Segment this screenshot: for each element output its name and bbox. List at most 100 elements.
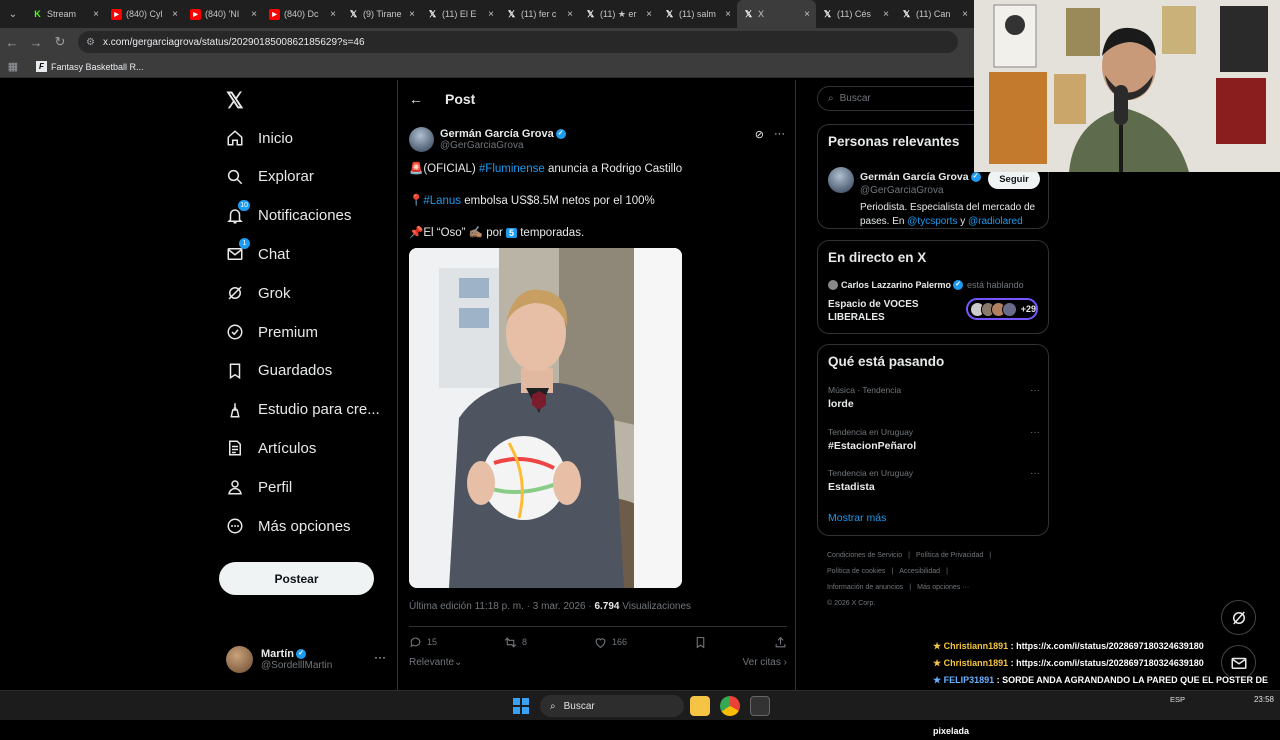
more-dots-icon[interactable]: ··· (774, 128, 785, 141)
tab-search-button[interactable]: ⌄ (0, 0, 26, 28)
chrome-icon[interactable] (720, 696, 740, 716)
browser-tab[interactable]: 𝕏 (11) Can × (895, 0, 974, 28)
bookmark-button[interactable] (694, 636, 707, 649)
more-dots-icon[interactable]: ··· (1030, 468, 1040, 479)
tweet-image[interactable] (409, 248, 682, 588)
author-handle[interactable]: @GerGarciaGrova (440, 140, 566, 151)
show-more-link[interactable]: Mostrar más (828, 512, 886, 524)
nav-item-guardados[interactable]: Guardados (226, 356, 332, 386)
repost-button[interactable]: 8 (504, 636, 527, 649)
post-button[interactable]: Postear (219, 562, 374, 595)
nav-item-inicio[interactable]: Inicio (226, 123, 293, 153)
person-name[interactable]: Germán García Grova (860, 171, 969, 183)
browser-tab[interactable]: ▶ (840) 'NI × (184, 0, 263, 28)
space-participants[interactable]: +29 (966, 298, 1038, 320)
x-icon: 𝕏 (823, 8, 832, 19)
clock[interactable]: 23:58 (1254, 694, 1274, 705)
bookmark-fantasy-basketball[interactable]: F Fantasy Basketball R... (36, 61, 144, 72)
edit-time[interactable]: Última edición 11:18 p. m. · 3 mar. 2026… (409, 601, 594, 612)
nav-item-perfil[interactable]: Perfil (226, 472, 292, 502)
x-logo-icon[interactable]: 𝕏 (226, 88, 244, 114)
grok-icon[interactable]: ⊘ (755, 128, 764, 141)
trend-item[interactable]: Tendencia en Uruguay Estadista ··· (828, 468, 1040, 493)
footer-link[interactable]: Política de Privacidad (916, 552, 983, 559)
browser-tab[interactable]: 𝕏 (11) fer c × (500, 0, 579, 28)
hashtag-link[interactable]: #Lanus (423, 195, 461, 207)
view-quotes-link[interactable]: Ver citas › (743, 657, 787, 668)
browser-tab[interactable]: 𝕏 (11) salm × (658, 0, 737, 28)
site-info-icon[interactable]: ⚙ (86, 37, 95, 48)
sort-relevant-dropdown[interactable]: Relevante⌄ (409, 657, 462, 668)
taskbar-search[interactable]: ⌕ Buscar (540, 695, 684, 717)
footer-link[interactable]: Información de anuncios (827, 584, 903, 591)
close-icon[interactable]: × (804, 9, 810, 20)
mention-link[interactable]: @tycsports (907, 216, 957, 227)
nav-item-explorar[interactable]: Explorar (226, 162, 314, 192)
browser-tab[interactable]: 𝕏 (11) Cés × (816, 0, 895, 28)
author-name[interactable]: Germán García Grova (440, 128, 554, 140)
browser-tab[interactable]: 𝕏 X × (737, 0, 816, 28)
close-icon[interactable]: × (172, 9, 178, 20)
nav-item-chat[interactable]: 1 Chat (226, 238, 290, 269)
footer-link[interactable]: Más opciones ··· (917, 584, 969, 591)
tweet-text-line-2: 📍#Lanus embolsa US$8.5M netos por el 100… (409, 193, 655, 207)
language-indicator[interactable]: ESP (1170, 694, 1185, 705)
browser-tab[interactable]: 𝕏 (9) Tirane × (342, 0, 421, 28)
browser-tab[interactable]: ▶ (840) Cyl × (105, 0, 184, 28)
reply-button[interactable]: 15 (409, 636, 437, 649)
close-icon[interactable]: × (488, 9, 494, 20)
close-icon[interactable]: × (883, 9, 889, 20)
close-icon[interactable]: × (725, 9, 731, 20)
trend-item[interactable]: Tendencia en Uruguay #EstacionPeñarol ··· (828, 427, 1040, 452)
footer-link[interactable]: © 2026 X Corp. (827, 600, 875, 607)
nav-item-más-opciones[interactable]: Más opciones (226, 511, 351, 541)
share-button[interactable] (774, 636, 787, 649)
live-on-x-card[interactable]: En directo en X Carlos Lazzarino Palermo… (817, 240, 1049, 334)
like-button[interactable]: 166 (594, 636, 627, 649)
author-avatar[interactable] (409, 126, 434, 152)
close-icon[interactable]: × (567, 9, 573, 20)
nav-item-grok[interactable]: Grok (226, 278, 291, 308)
trend-item[interactable]: Música · Tendencia lorde ··· (828, 385, 1040, 410)
account-switcher[interactable]: Martín ✓ @SordelllMartin ··· (226, 642, 386, 676)
obs-icon[interactable] (750, 696, 770, 716)
close-icon[interactable]: × (646, 9, 652, 20)
hashtag-link[interactable]: #Fluminense (479, 163, 545, 175)
home-icon (226, 129, 244, 147)
nav-item-artículos[interactable]: Artículos (226, 433, 316, 463)
more-dots-icon[interactable]: ··· (1030, 427, 1040, 438)
nav-item-notificaciones[interactable]: 10 Notificaciones (226, 199, 351, 231)
footer-link[interactable]: Política de cookies (827, 568, 885, 575)
url-input[interactable]: ⚙ x.com/gergarciagrova/status/2029018500… (78, 31, 958, 53)
person-handle[interactable]: @GerGarciaGrova (860, 185, 944, 196)
browser-tab[interactable]: ▶ (840) Dc × (263, 0, 342, 28)
follow-button[interactable]: Seguir (988, 169, 1040, 189)
search-input[interactable]: ⌕ Buscar (817, 86, 987, 111)
file-explorer-icon[interactable] (690, 696, 710, 716)
close-icon[interactable]: × (93, 9, 99, 20)
footer-link[interactable]: Condiciones de Servicio (827, 552, 902, 559)
windows-start-icon[interactable] (513, 698, 529, 714)
browser-tab[interactable]: 𝕏 (11) El E × (421, 0, 500, 28)
close-icon[interactable]: × (409, 9, 415, 20)
x-icon: 𝕏 (665, 8, 674, 19)
mention-link[interactable]: @radiolared (968, 216, 1023, 227)
nav-item-premium[interactable]: Premium (226, 317, 318, 347)
grok-float-button[interactable] (1221, 600, 1256, 635)
more-dots-icon[interactable]: ··· (1030, 385, 1040, 396)
forward-icon[interactable]: → (24, 28, 48, 56)
close-icon[interactable]: × (962, 9, 968, 20)
apps-grid-icon[interactable]: ▦ (0, 60, 26, 73)
back-icon[interactable]: ← (0, 28, 24, 56)
browser-tab[interactable]: 𝕏 (11) ★ er × (579, 0, 658, 28)
avatar[interactable] (828, 167, 854, 193)
space-title[interactable]: Espacio de VOCES LIBERALES (828, 298, 958, 324)
close-icon[interactable]: × (330, 9, 336, 20)
footer-link[interactable]: Accesibilidad (899, 568, 940, 575)
close-icon[interactable]: × (251, 9, 257, 20)
back-arrow-icon[interactable]: ← (409, 91, 423, 107)
more-dots-icon[interactable]: ··· (374, 650, 386, 664)
reload-icon[interactable]: ↻ (48, 28, 72, 56)
nav-item-estudio-para-cre[interactable]: Estudio para cre... (226, 395, 380, 425)
browser-tab[interactable]: K Stream × (26, 0, 105, 28)
